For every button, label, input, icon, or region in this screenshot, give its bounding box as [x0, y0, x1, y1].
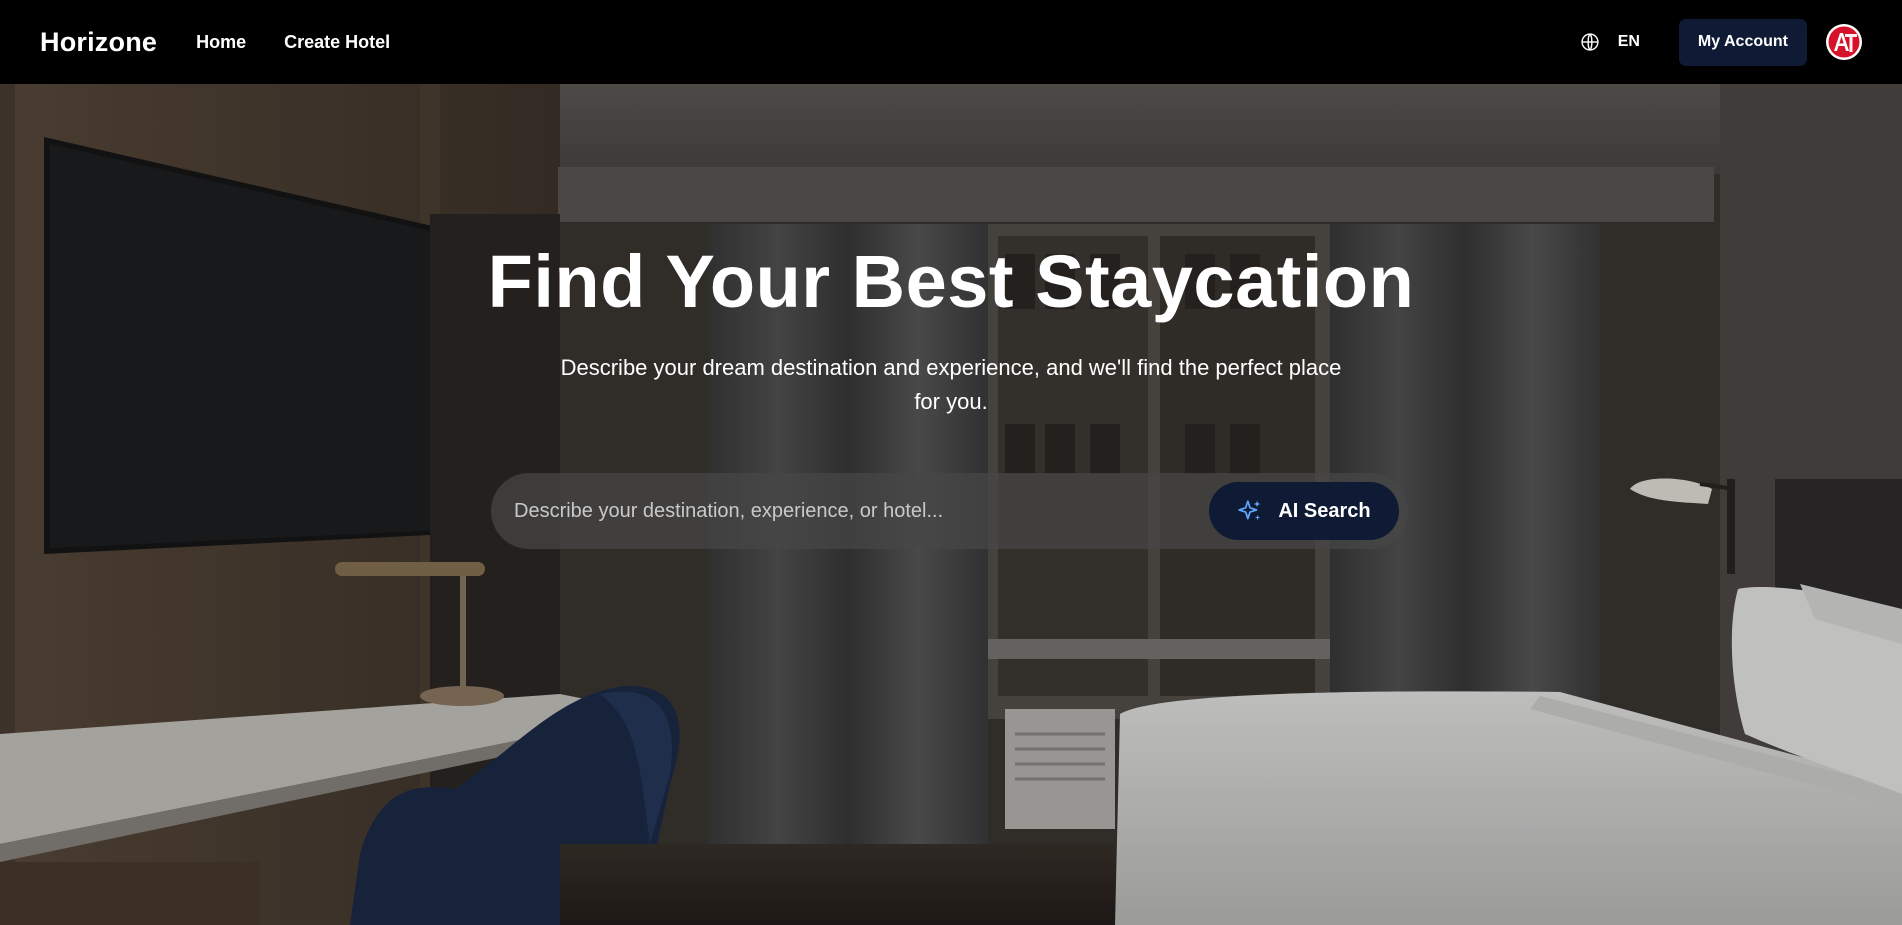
language-selector[interactable]: EN — [1580, 32, 1640, 52]
globe-icon — [1581, 33, 1599, 51]
navbar: Horizone Home Create Hotel EN My Account — [0, 0, 1902, 84]
my-account-button[interactable]: My Account — [1678, 18, 1807, 66]
sparkle-icon — [1238, 500, 1261, 521]
nav-link-home[interactable]: Home — [196, 32, 246, 53]
nav-link-create-hotel[interactable]: Create Hotel — [284, 32, 390, 53]
hero-section: Find Your Best Staycation Describe your … — [0, 84, 1902, 925]
hero-subtitle: Describe your dream destination and expe… — [560, 355, 1342, 414]
nav-actions: EN My Account — [1580, 18, 1862, 66]
avatar[interactable] — [1826, 24, 1862, 60]
language-label: EN — [1617, 33, 1640, 50]
search-input[interactable] — [514, 499, 1209, 523]
ai-search-button[interactable]: AI Search — [1209, 482, 1399, 540]
brand-logo[interactable]: Horizone — [40, 27, 157, 58]
ai-search-label: AI Search — [1278, 499, 1371, 522]
avatar-logo-icon — [1828, 26, 1860, 58]
ai-search-bar: AI Search — [491, 473, 1408, 549]
hero-title: Find Your Best Staycation — [487, 240, 1415, 323]
